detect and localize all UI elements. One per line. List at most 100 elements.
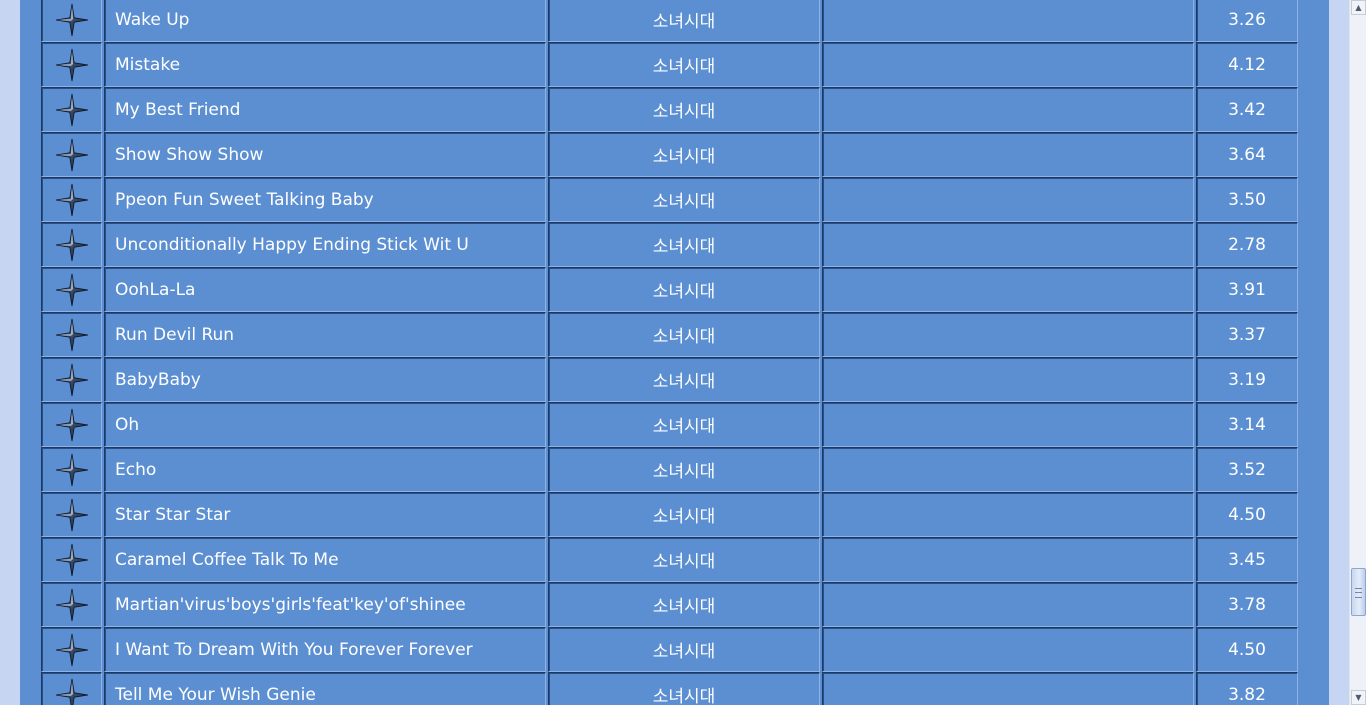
vertical-scrollbar[interactable]: ▲ ▼ <box>1349 0 1366 705</box>
song-score: 3.26 <box>1196 0 1298 42</box>
table-row: OohLa-La 소녀시대 3.91 <box>41 267 1298 312</box>
add-to-playlist-icon[interactable] <box>54 182 90 218</box>
add-to-playlist-icon[interactable] <box>54 677 90 705</box>
song-title[interactable]: Mistake <box>104 42 546 87</box>
empty-cell <box>822 0 1194 42</box>
empty-cell <box>822 357 1194 402</box>
song-artist[interactable]: 소녀시대 <box>548 402 820 447</box>
song-score: 3.52 <box>1196 447 1298 492</box>
table-row: Unconditionally Happy Ending Stick Wit U… <box>41 222 1298 267</box>
song-score: 3.19 <box>1196 357 1298 402</box>
song-score: 3.45 <box>1196 537 1298 582</box>
song-artist[interactable]: 소녀시대 <box>548 132 820 177</box>
add-to-playlist-icon[interactable] <box>54 137 90 173</box>
add-cell <box>41 357 102 402</box>
add-cell <box>41 627 102 672</box>
table-row: Tell Me Your Wish Genie 소녀시대 3.82 <box>41 672 1298 705</box>
table-row: Mistake 소녀시대 4.12 <box>41 42 1298 87</box>
song-title[interactable]: OohLa-La <box>104 267 546 312</box>
add-to-playlist-icon[interactable] <box>54 227 90 263</box>
song-title[interactable]: Echo <box>104 447 546 492</box>
add-cell <box>41 0 102 42</box>
song-title[interactable]: Martian'virus'boys'girls'feat'key'of'shi… <box>104 582 546 627</box>
song-score: 3.91 <box>1196 267 1298 312</box>
table-row: Echo 소녀시대 3.52 <box>41 447 1298 492</box>
song-title[interactable]: I Want To Dream With You Forever Forever <box>104 627 546 672</box>
add-to-playlist-icon[interactable] <box>54 407 90 443</box>
add-cell <box>41 402 102 447</box>
add-to-playlist-icon[interactable] <box>54 92 90 128</box>
song-score: 3.37 <box>1196 312 1298 357</box>
add-to-playlist-icon[interactable] <box>54 47 90 83</box>
song-score: 3.78 <box>1196 582 1298 627</box>
empty-cell <box>822 537 1194 582</box>
song-artist[interactable]: 소녀시대 <box>548 672 820 705</box>
song-artist[interactable]: 소녀시대 <box>548 492 820 537</box>
empty-cell <box>822 627 1194 672</box>
song-artist[interactable]: 소녀시대 <box>548 537 820 582</box>
song-title[interactable]: Caramel Coffee Talk To Me <box>104 537 546 582</box>
song-title[interactable]: BabyBaby <box>104 357 546 402</box>
table-row: My Best Friend 소녀시대 3.42 <box>41 87 1298 132</box>
add-to-playlist-icon[interactable] <box>54 272 90 308</box>
grip-icon <box>1355 588 1362 598</box>
song-title[interactable]: Wake Up <box>104 0 546 42</box>
song-title[interactable]: Show Show Show <box>104 132 546 177</box>
table-row: Oh 소녀시대 3.14 <box>41 402 1298 447</box>
add-to-playlist-icon[interactable] <box>54 362 90 398</box>
add-cell <box>41 42 102 87</box>
song-artist[interactable]: 소녀시대 <box>548 0 820 42</box>
scroll-down-arrow-icon[interactable]: ▼ <box>1351 690 1366 705</box>
song-score: 3.64 <box>1196 132 1298 177</box>
table-row: I Want To Dream With You Forever Forever… <box>41 627 1298 672</box>
add-to-playlist-icon[interactable] <box>54 587 90 623</box>
song-artist[interactable]: 소녀시대 <box>548 222 820 267</box>
add-to-playlist-icon[interactable] <box>54 497 90 533</box>
add-to-playlist-icon[interactable] <box>54 632 90 668</box>
song-score: 4.50 <box>1196 492 1298 537</box>
scrollbar-thumb[interactable] <box>1351 568 1366 616</box>
add-cell <box>41 312 102 357</box>
add-to-playlist-icon[interactable] <box>54 542 90 578</box>
empty-cell <box>822 447 1194 492</box>
empty-cell <box>822 672 1194 705</box>
song-title[interactable]: Star Star Star <box>104 492 546 537</box>
song-artist[interactable]: 소녀시대 <box>548 87 820 132</box>
song-artist[interactable]: 소녀시대 <box>548 267 820 312</box>
add-to-playlist-icon[interactable] <box>54 317 90 353</box>
song-table-body: Wake Up 소녀시대 3.26 Mistake 소녀시대 4.12 My Best Fr… <box>41 0 1298 705</box>
song-artist[interactable]: 소녀시대 <box>548 627 820 672</box>
empty-cell <box>822 492 1194 537</box>
add-cell <box>41 582 102 627</box>
song-score: 3.50 <box>1196 177 1298 222</box>
song-title[interactable]: Unconditionally Happy Ending Stick Wit U <box>104 222 546 267</box>
song-artist[interactable]: 소녀시대 <box>548 357 820 402</box>
add-cell <box>41 222 102 267</box>
add-cell <box>41 87 102 132</box>
add-to-playlist-icon[interactable] <box>54 2 90 38</box>
add-cell <box>41 177 102 222</box>
song-artist[interactable]: 소녀시대 <box>548 312 820 357</box>
song-artist[interactable]: 소녀시대 <box>548 582 820 627</box>
empty-cell <box>822 402 1194 447</box>
song-title[interactable]: Run Devil Run <box>104 312 546 357</box>
table-row: Show Show Show 소녀시대 3.64 <box>41 132 1298 177</box>
song-artist[interactable]: 소녀시대 <box>548 177 820 222</box>
empty-cell <box>822 42 1194 87</box>
song-list-panel: Wake Up 소녀시대 3.26 Mistake 소녀시대 4.12 My Best Fr… <box>20 0 1329 705</box>
song-title[interactable]: My Best Friend <box>104 87 546 132</box>
song-score: 3.82 <box>1196 672 1298 705</box>
add-to-playlist-icon[interactable] <box>54 452 90 488</box>
song-table: Wake Up 소녀시대 3.26 Mistake 소녀시대 4.12 My Best Fr… <box>41 0 1298 705</box>
add-cell <box>41 267 102 312</box>
song-title[interactable]: Tell Me Your Wish Genie <box>104 672 546 705</box>
song-score: 3.42 <box>1196 87 1298 132</box>
song-artist[interactable]: 소녀시대 <box>548 42 820 87</box>
song-artist[interactable]: 소녀시대 <box>548 447 820 492</box>
song-title[interactable]: Oh <box>104 402 546 447</box>
table-row: Martian'virus'boys'girls'feat'key'of'shi… <box>41 582 1298 627</box>
add-cell <box>41 447 102 492</box>
scroll-up-arrow-icon[interactable]: ▲ <box>1351 0 1366 15</box>
song-title[interactable]: Ppeon Fun Sweet Talking Baby <box>104 177 546 222</box>
table-row: Run Devil Run 소녀시대 3.37 <box>41 312 1298 357</box>
